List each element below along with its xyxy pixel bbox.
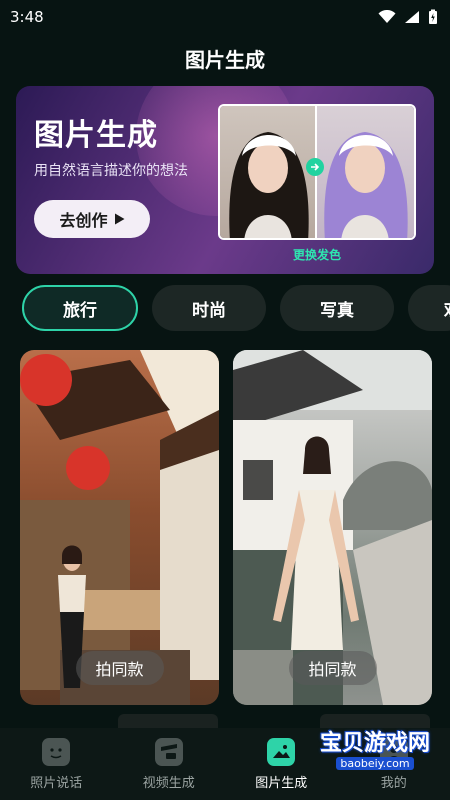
style-card[interactable]: 拍同款: [20, 350, 219, 705]
image-gen-icon: [267, 737, 296, 766]
tab-portrait[interactable]: 写真: [280, 285, 394, 331]
nav-video-gen[interactable]: 视频生成: [113, 728, 226, 800]
signal-icon: [405, 11, 419, 23]
promo-banner[interactable]: 图片生成 用自然语言描述你的想法 去创作 更换发色: [16, 86, 434, 274]
after-portrait: [317, 106, 414, 238]
banner-title: 图片生成: [34, 118, 158, 153]
category-tabs: 旅行 时尚 写真 欢: [22, 285, 450, 331]
face-card-icon: [42, 737, 71, 766]
tab-partial[interactable]: 欢: [408, 285, 450, 331]
style-card[interactable]: 拍同款: [233, 350, 432, 705]
status-icons: [378, 9, 438, 25]
create-button[interactable]: 去创作: [34, 200, 150, 238]
nav-label: 视频生成: [142, 775, 195, 791]
watermark-url: baobeiy.com: [336, 756, 414, 770]
create-button-label: 去创作: [59, 211, 108, 230]
watermark-title: 宝贝游戏网: [319, 730, 430, 756]
arrow-right-icon: [306, 158, 324, 176]
page-title: 图片生成: [185, 48, 265, 72]
video-clapper-icon: [154, 737, 183, 766]
tab-fashion[interactable]: 时尚: [152, 285, 266, 331]
wifi-icon: [378, 10, 396, 23]
play-icon: [114, 213, 124, 225]
site-watermark: 宝贝游戏网 baobeiy.com: [300, 712, 450, 782]
status-bar: 3:48: [0, 0, 450, 34]
same-style-button[interactable]: 拍同款: [75, 651, 164, 685]
compare-caption: 更换发色: [292, 248, 341, 262]
style-cards: 拍同款 拍同款: [20, 350, 440, 705]
status-time: 3:48: [10, 8, 44, 26]
tab-travel[interactable]: 旅行: [22, 285, 138, 331]
nav-photo-talk[interactable]: 照片说话: [0, 728, 113, 800]
same-style-button[interactable]: 拍同款: [288, 651, 377, 685]
before-portrait: [220, 106, 317, 238]
nav-label: 照片说话: [30, 775, 83, 791]
battery-icon: [429, 9, 437, 24]
banner-subtitle: 用自然语言描述你的想法: [34, 163, 188, 179]
